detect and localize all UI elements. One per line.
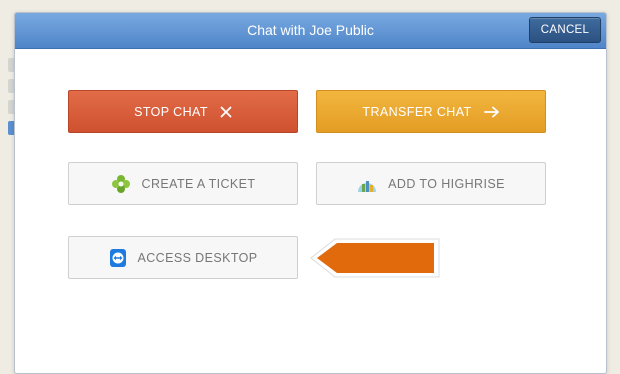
highrise-icon [357,175,377,193]
add-to-highrise-button[interactable]: ADD TO HIGHRISE [316,162,546,205]
arrow-right-icon [483,106,500,118]
transfer-chat-label: TRANSFER CHAT [362,104,472,119]
create-ticket-button[interactable]: CREATE A TICKET [68,162,298,205]
modal-title: Chat with Joe Public [247,22,374,38]
access-desktop-button[interactable]: ACCESS DESKTOP [68,236,298,279]
close-x-icon [220,106,232,118]
transfer-chat-button[interactable]: TRANSFER CHAT [316,90,546,133]
create-ticket-label: CREATE A TICKET [141,176,256,191]
cancel-button[interactable]: CANCEL [529,17,601,43]
teamviewer-icon [109,248,127,268]
zendesk-clover-icon [111,174,131,194]
stop-chat-button[interactable]: STOP CHAT [68,90,298,133]
add-to-highrise-label: ADD TO HIGHRISE [388,176,505,191]
callout-pointer-arrow [310,238,440,278]
modal-header: Chat with Joe Public CANCEL [15,13,606,49]
stop-chat-label: STOP CHAT [134,104,208,119]
access-desktop-label: ACCESS DESKTOP [137,250,258,265]
chat-modal: Chat with Joe Public CANCEL STOP CHAT TR… [14,12,607,374]
